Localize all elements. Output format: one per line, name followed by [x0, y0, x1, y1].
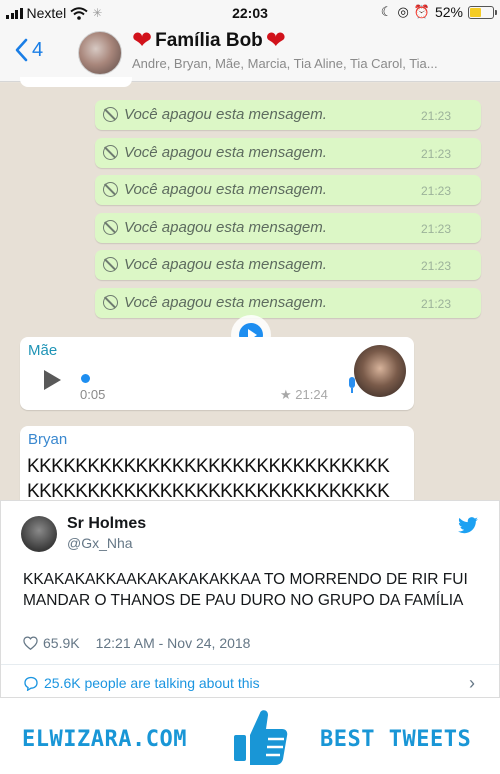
deleted-message-text: Você apagou esta mensagem. — [124, 106, 327, 123]
tweet-text: KKAKAKAKKAAKAKAKAKAKKAA TO MORRENDO DE R… — [23, 571, 468, 609]
tweet-author-name[interactable]: Sr Holmes — [67, 515, 146, 533]
like-icon[interactable] — [23, 636, 38, 650]
play-icon[interactable] — [44, 370, 61, 390]
message-time: 21:23 — [420, 259, 451, 273]
deleted-message[interactable]: Você apagou esta mensagem. 21:23 — [95, 137, 481, 168]
ban-icon — [103, 219, 118, 235]
ban-icon — [103, 294, 118, 310]
deleted-message-text: Você apagou esta mensagem. — [124, 181, 327, 198]
group-title[interactable]: ❤ Família Bob ❤ — [132, 27, 286, 54]
back-chevron-icon — [15, 38, 28, 62]
whatsapp-screenshot: Nextel ✳ 22:03 ☾ ◎ ⏰ 52% 4 ❤ Família Bob… — [0, 0, 500, 500]
message-text: KKKKKKKKKKKKKKKKKKKKKKKKKKKKKK — [27, 456, 390, 477]
comment-icon — [24, 676, 38, 691]
heart-icon: ❤ — [132, 27, 153, 54]
audio-duration: 0:05 — [80, 387, 106, 402]
tweet-timestamp[interactable]: 12:21 AM - Nov 24, 2018 — [96, 635, 251, 651]
deleted-message-text: Você apagou esta mensagem. — [124, 143, 327, 161]
message-time: 21:23 — [420, 221, 451, 236]
ban-icon — [103, 107, 118, 122]
status-bar: Nextel ✳ 22:03 ☾ ◎ ⏰ 52% — [0, 0, 500, 26]
message-bubble-partial — [20, 77, 132, 87]
deleted-message-text: Você apagou esta mensagem. — [124, 218, 327, 236]
conversation-count: 25.6K people are talking about this — [44, 675, 260, 691]
ban-icon — [103, 257, 118, 272]
group-name: Família Bob — [155, 30, 263, 51]
message-sender: Bryan — [28, 431, 68, 448]
battery-percent: 52% — [434, 4, 463, 20]
lock-rotation-icon: ◎ — [397, 4, 409, 19]
text-message: Bryan KKKKKKKKKKKKKKKKKKKKKKKKKKKKKK KKK… — [20, 426, 414, 500]
ban-icon — [103, 182, 118, 197]
message-time: 21:23 — [420, 184, 451, 198]
chat-area: Você apagou esta mensagem. 21:23 Você apag… — [0, 77, 500, 500]
audio-progress-handle[interactable] — [81, 374, 90, 383]
tweet-author-handle[interactable]: @Gx_Nha — [67, 535, 133, 551]
group-members: Andre, Bryan, Mãe, Marcia, Tia Aline, Ti… — [132, 56, 438, 71]
battery-icon — [468, 5, 497, 19]
brand-name: ELWIZARA.COM — [22, 727, 187, 752]
alarm-icon: ⏰ — [413, 4, 430, 19]
back-button[interactable]: 4 — [14, 38, 43, 62]
voice-message[interactable]: Mãe 0:05 ★ 21:24 — [20, 337, 414, 410]
deleted-message[interactable]: Você apagou esta mensagem. 21:23 — [95, 250, 481, 280]
deleted-message-text: Você apagou esta mensagem. — [124, 256, 327, 273]
avatar — [354, 345, 406, 397]
divider — [1, 664, 499, 665]
deleted-message[interactable]: Você apagou esta mensagem. 21:23 — [95, 100, 481, 130]
deleted-message-text: Você apagou esta mensagem. — [124, 293, 327, 311]
ban-icon — [103, 144, 118, 160]
footer-banner: ELWIZARA.COM BEST TWEETS — [0, 702, 500, 774]
moon-icon: ☾ — [380, 4, 393, 19]
tweet-meta: 65.9K 12:21 AM - Nov 24, 2018 — [23, 635, 250, 651]
conversation-link[interactable]: 25.6K people are talking about this — [23, 675, 260, 691]
mic-icon — [349, 377, 355, 393]
deleted-message[interactable]: Você apagou esta mensagem. 21:23 — [95, 287, 481, 318]
group-avatar[interactable] — [78, 31, 122, 75]
message-time: 21:23 — [420, 109, 451, 123]
thumbs-up-icon — [234, 710, 288, 765]
deleted-message[interactable]: Você apagou esta mensagem. 21:23 — [95, 175, 481, 205]
heart-icon: ❤ — [265, 27, 286, 54]
twitter-bird-icon[interactable] — [457, 517, 479, 535]
message-time: ★ 21:24 — [280, 387, 328, 402]
unread-count: 4 — [32, 38, 44, 61]
avatar[interactable] — [21, 516, 57, 552]
message-time: 21:23 — [420, 296, 451, 311]
message-time: 21:23 — [420, 146, 451, 161]
like-count: 65.9K — [43, 635, 80, 651]
deleted-message[interactable]: Você apagou esta mensagem. 21:23 — [95, 212, 481, 243]
tagline: BEST TWEETS — [320, 727, 472, 752]
message-sender: Mãe — [28, 342, 58, 359]
chevron-right-icon[interactable]: › — [469, 673, 475, 694]
tweet-card: Sr Holmes @Gx_Nha KKAKAKAKKAAKAKAKAKAKKA… — [0, 500, 500, 698]
chat-header: 4 ❤ Família Bob ❤ Andre, Bryan, Mãe, Mar… — [0, 26, 500, 82]
message-text: KKKKKKKKKKKKKKKKKKKKKKKKKKKKKK — [27, 481, 390, 500]
